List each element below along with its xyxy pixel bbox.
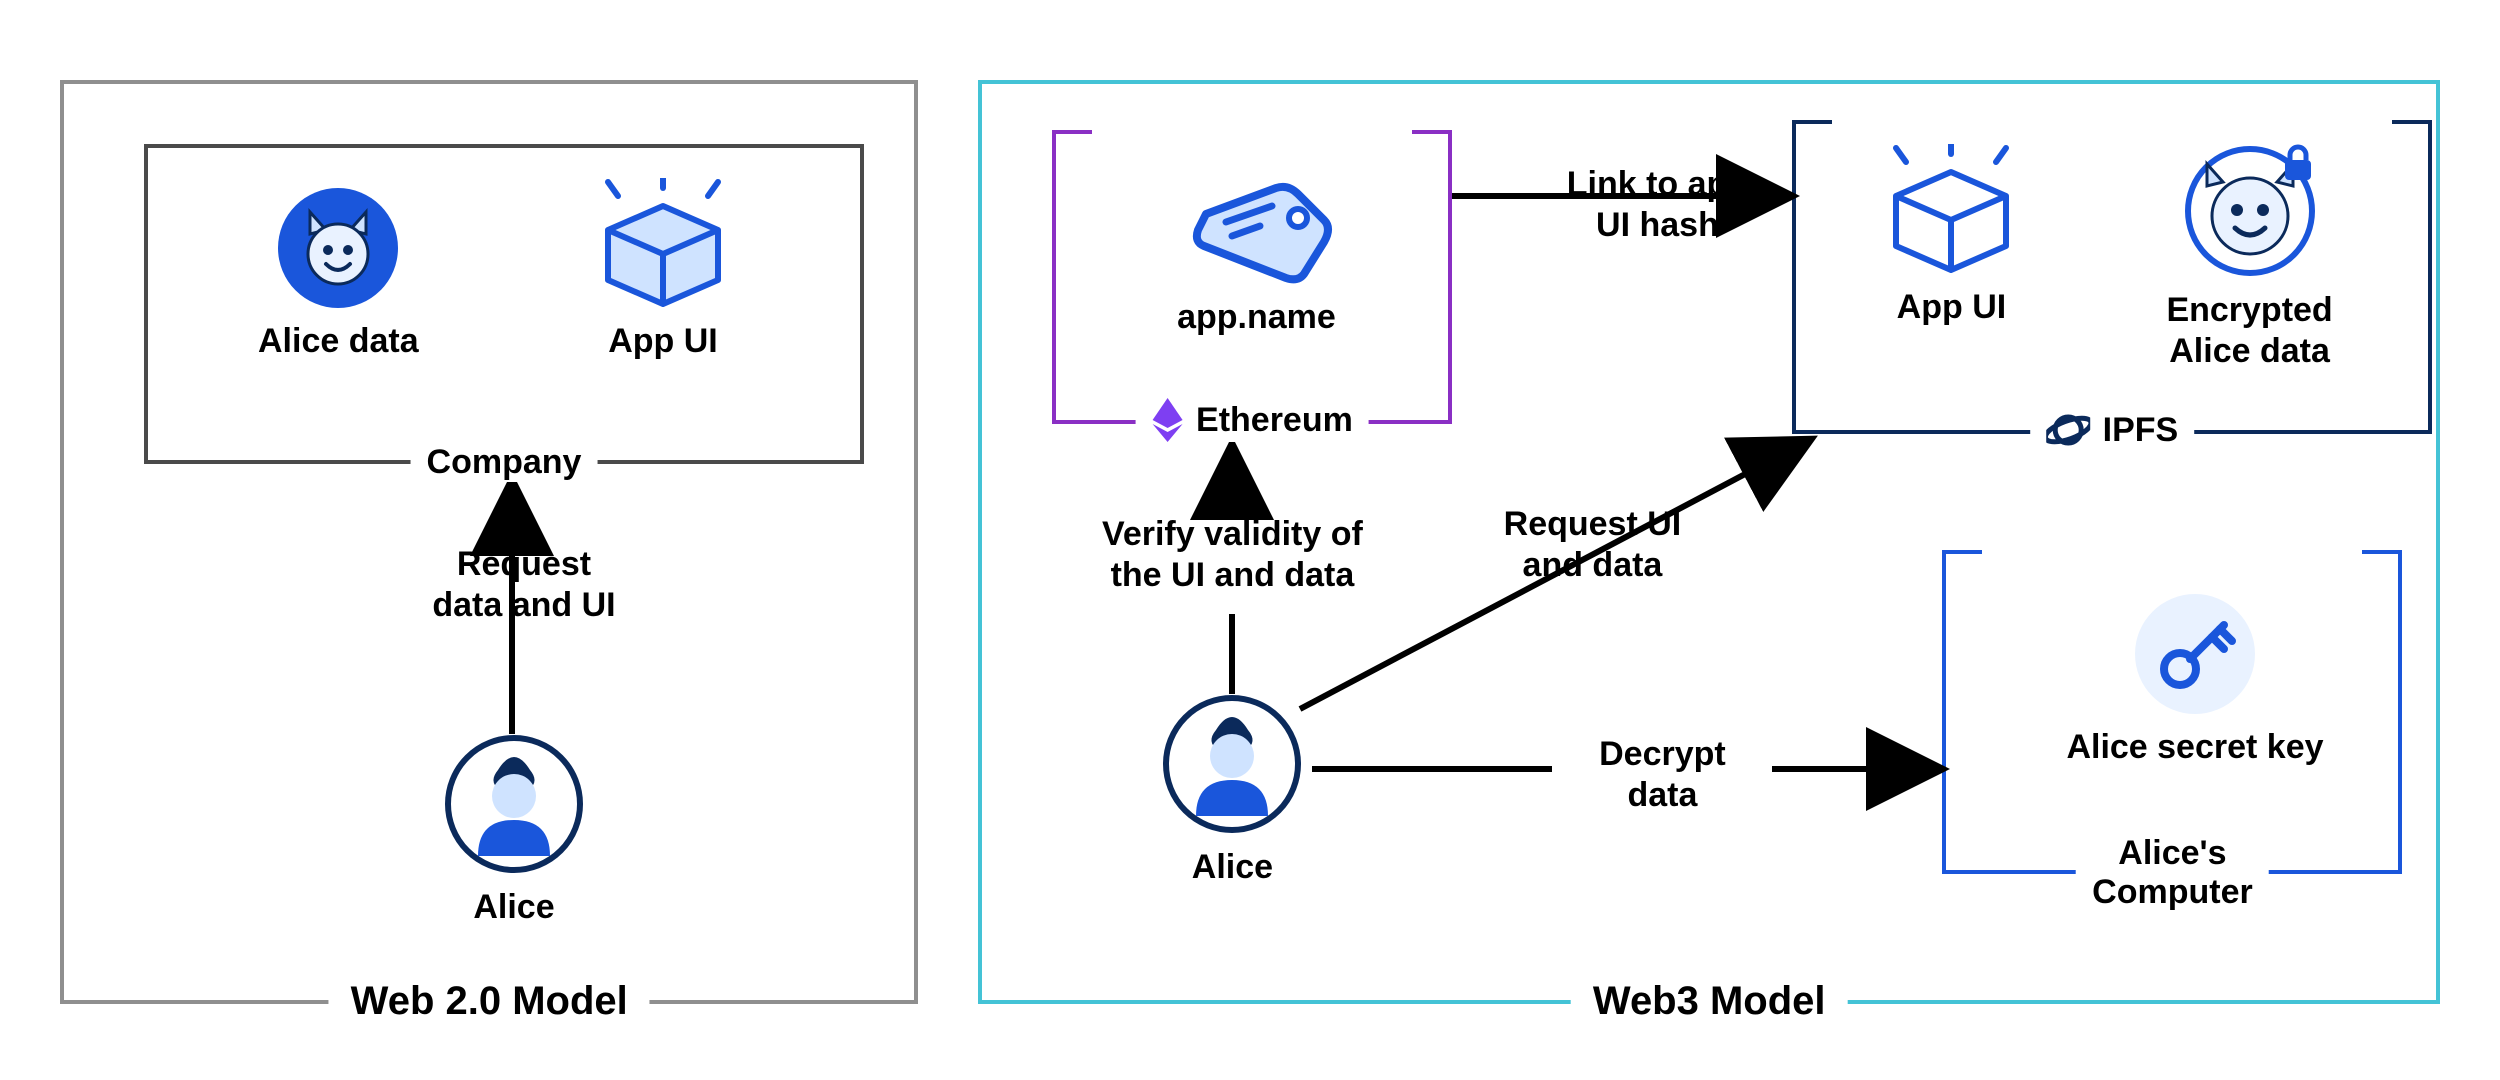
lock-icon — [2277, 142, 2319, 184]
verify-label: Verify validity of the UI and data — [1072, 514, 1392, 596]
app-name-label: app.name — [1177, 298, 1336, 337]
alice-label-web3: Alice — [1192, 848, 1273, 887]
alice-col: Alice — [444, 734, 584, 927]
tag-icon — [1176, 164, 1336, 284]
appname-col: app.name — [1176, 164, 1336, 337]
app-ui-label-web3: App UI — [1897, 288, 2007, 327]
app-ui-col: App UI — [588, 178, 738, 361]
decrypt-label: Decrypt data — [1572, 734, 1752, 816]
app-ui-label: App UI — [608, 322, 718, 361]
box-sparkle-icon — [588, 178, 738, 308]
diagram-row: Web 2.0 Model Company Alice d — [40, 40, 2460, 1040]
person-avatar-icon — [444, 734, 584, 874]
link-app-label: Link to app UI hash — [1532, 164, 1782, 246]
alice-data-label: Alice data — [258, 322, 419, 361]
company-label: Company — [411, 443, 598, 482]
alice-label-web2: Alice — [473, 888, 554, 927]
person-avatar-icon — [1162, 694, 1302, 834]
encrypted-alice-label: Encrypted Alice data — [2166, 290, 2332, 372]
alice-data-col: Alice data — [258, 188, 419, 361]
encrypted-alice-col: Encrypted Alice data — [2166, 146, 2332, 372]
ethereum-icon — [1152, 398, 1184, 442]
alice-col-web3: Alice — [1162, 694, 1302, 887]
company-box: Company Alice data — [144, 144, 864, 464]
planet-icon — [2047, 408, 2091, 452]
app-ui-col-web3: App UI — [1876, 144, 2026, 327]
request-ui-label: Request UI and data — [1482, 504, 1702, 586]
web3-panel: Web3 Model Ethereum a — [978, 80, 2440, 1000]
cat-avatar-icon — [278, 188, 398, 308]
secret-key-col: Alice secret key — [2066, 594, 2323, 767]
web2-title: Web 2.0 Model — [329, 979, 650, 1024]
ethereum-label: Ethereum — [1136, 398, 1369, 442]
web3-title: Web3 Model — [1571, 979, 1848, 1024]
secret-key-label: Alice secret key — [2066, 728, 2323, 767]
ipfs-box: IPFS App UI — [1792, 124, 2432, 434]
request-data-ui-label: Request data and UI — [394, 544, 654, 626]
key-icon — [2152, 611, 2238, 697]
ethereum-box: Ethereum app.name — [1052, 134, 1452, 424]
ipfs-label: IPFS — [2031, 408, 2195, 452]
web2-panel: Web 2.0 Model Company Alice d — [60, 80, 918, 1000]
alice-computer-label: Alice's Computer — [2076, 834, 2269, 912]
key-icon-circle — [2135, 594, 2255, 714]
alice-computer-box: Alice's Computer Alice secret key — [1942, 554, 2402, 874]
box-sparkle-icon — [1876, 144, 2026, 274]
